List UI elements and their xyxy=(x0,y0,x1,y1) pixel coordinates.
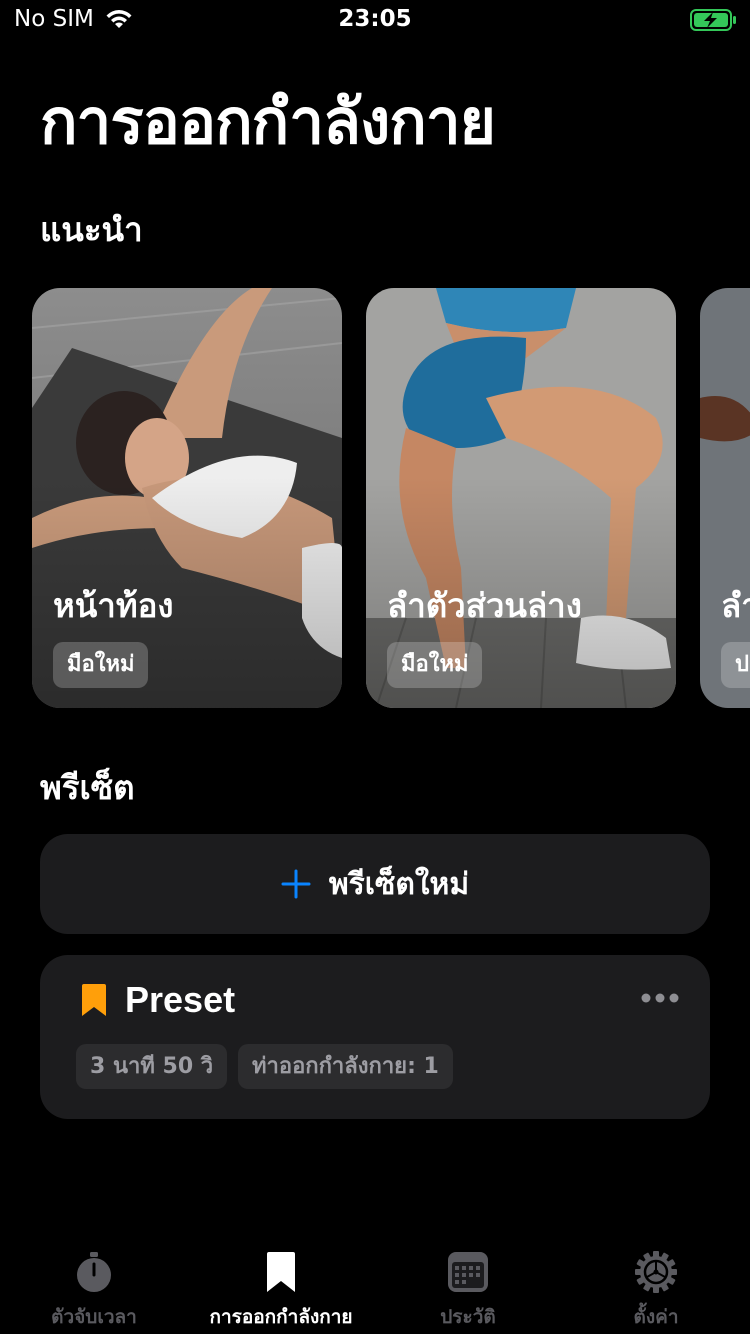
new-preset-button[interactable]: พรีเซ็ตใหม่ xyxy=(40,834,710,934)
more-options-icon[interactable] xyxy=(640,991,680,1005)
tab-bar: ตัวจับเวลา การออกกำลังกาย ประวัติ ตั้งค่… xyxy=(0,1230,750,1334)
presets-section-title: พรีเซ็ต xyxy=(40,768,135,807)
featured-section-title: แนะนำ xyxy=(40,210,143,249)
stopwatch-icon xyxy=(77,1252,111,1292)
preset-card[interactable]: Preset 3 นาที 50 วิ ท่าออกกำลังกาย: 1 xyxy=(40,955,710,1119)
page-title: การออกกำลังกาย xyxy=(40,85,496,158)
difficulty-badge: มือใหม่ xyxy=(53,642,149,688)
preset-duration-chip: 3 นาที 50 วิ xyxy=(76,1044,228,1089)
difficulty-badge: มือใหม่ xyxy=(387,642,483,688)
tab-label: การออกกำลังกาย xyxy=(209,1306,353,1328)
status-time: 23:05 xyxy=(338,6,412,32)
new-preset-label: พรีเซ็ตใหม่ xyxy=(328,866,470,902)
plus-icon xyxy=(281,869,311,899)
tab-label: ประวัติ xyxy=(440,1306,496,1328)
tab-workouts[interactable]: การออกกำลังกาย xyxy=(187,1230,375,1334)
tab-settings[interactable]: ตั้งค่า xyxy=(562,1230,750,1334)
tab-label: ตั้งค่า xyxy=(633,1306,679,1328)
calendar-icon xyxy=(448,1252,488,1292)
featured-card-title: ลำ xyxy=(721,586,750,625)
difficulty-badge: ป xyxy=(721,642,750,688)
status-bar: No SIM 23:05 xyxy=(0,0,750,40)
bookmark-icon xyxy=(82,984,106,1016)
featured-card-title: ลำตัวส่วนล่าง xyxy=(387,586,582,625)
battery-charging-icon xyxy=(690,9,736,31)
preset-name: Preset xyxy=(125,979,236,1020)
gear-icon xyxy=(635,1251,677,1293)
featured-card-title: หน้าท้อง xyxy=(53,586,174,625)
tab-timer[interactable]: ตัวจับเวลา xyxy=(0,1230,188,1334)
tab-label: ตัวจับเวลา xyxy=(51,1306,137,1328)
bookmark-icon xyxy=(267,1252,295,1292)
workouts-screen: No SIM 23:05 การออกกำลังกาย แนะนำ หน้าท้… xyxy=(0,0,750,1334)
tab-history[interactable]: ประวัติ xyxy=(374,1230,562,1334)
preset-exercise-count-chip: ท่าออกกำลังกาย: 1 xyxy=(238,1044,453,1089)
